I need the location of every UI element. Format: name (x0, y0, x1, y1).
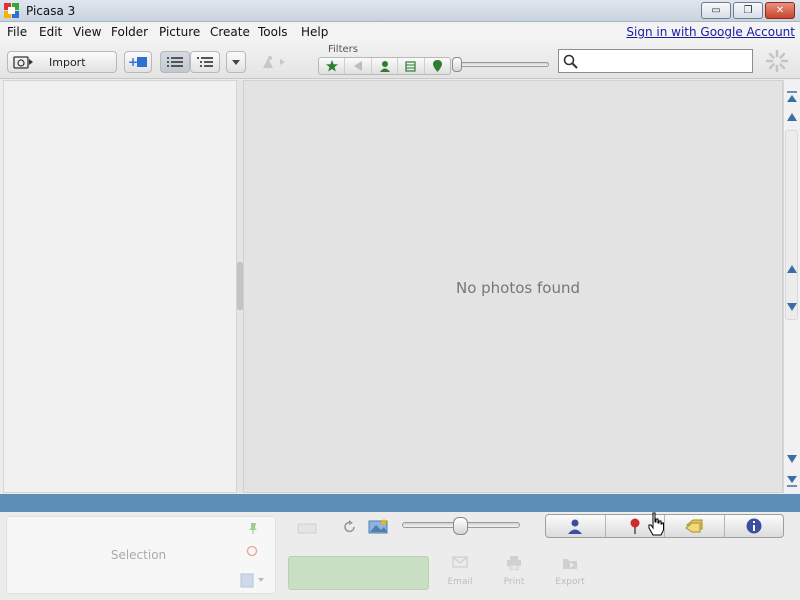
rotate-button[interactable] (340, 518, 360, 536)
search-box[interactable] (558, 49, 753, 73)
print-button[interactable] (494, 556, 534, 574)
loading-spinner-icon (766, 50, 788, 72)
email-label: Email (447, 577, 473, 587)
menu-help[interactable]: Help (301, 25, 328, 39)
picasa-logo-icon (4, 3, 19, 18)
tree-view-icon (197, 57, 213, 67)
menu-view[interactable]: View (73, 25, 101, 39)
import-label: Import (49, 55, 86, 69)
info-icon (746, 518, 762, 534)
geotag-filter-button[interactable] (425, 58, 450, 74)
menu-edit[interactable]: Edit (39, 25, 62, 39)
add-to-album-icon[interactable] (240, 572, 266, 588)
minimize-icon: ▭ (711, 5, 721, 16)
previous-icon (297, 523, 317, 534)
scroll-top-icon (786, 91, 797, 102)
add-album-button[interactable]: + (124, 51, 152, 73)
selection-label: Selection (110, 548, 167, 562)
import-button[interactable]: Import (7, 51, 117, 73)
scroll-bottom-icon (786, 476, 797, 487)
movie-icon (354, 61, 363, 71)
upload-button[interactable] (288, 556, 429, 590)
scroll-page-up-button[interactable] (785, 108, 798, 126)
list-view-icon (167, 57, 183, 67)
scroll-up-button[interactable] (785, 260, 798, 278)
filters-label: Filters (328, 44, 358, 55)
folder-list-panel[interactable] (3, 80, 237, 493)
tags-tab[interactable] (665, 515, 725, 537)
email-button[interactable] (440, 556, 480, 572)
minimize-button[interactable]: ▭ (701, 2, 731, 19)
picture-edit-icon (368, 519, 388, 534)
scroll-top-button[interactable] (785, 88, 798, 106)
upload-icon (405, 60, 417, 72)
map-pin-icon (630, 518, 640, 534)
clear-selection-icon[interactable] (246, 545, 258, 557)
people-icon (568, 519, 583, 534)
title-bar: Picasa 3 ▭ ❐ ✕ (0, 0, 800, 22)
chevron-down-icon (786, 303, 797, 311)
face-filter-button[interactable] (372, 58, 399, 74)
export-button[interactable] (550, 556, 590, 574)
menu-tools[interactable]: Tools (258, 25, 288, 39)
movie-filter-button[interactable] (345, 58, 372, 74)
face-icon (379, 61, 390, 72)
photo-tray-bar (0, 494, 800, 512)
tags-icon (685, 519, 703, 533)
print-label: Print (503, 577, 525, 587)
close-icon: ✕ (775, 5, 785, 16)
search-icon (563, 54, 578, 69)
tree-view-button[interactable] (190, 51, 220, 73)
people-tab[interactable] (546, 515, 606, 537)
chevron-up-icon (786, 113, 797, 121)
sign-in-link[interactable]: Sign in with Google Account (626, 25, 795, 39)
chevron-down-icon (232, 59, 240, 65)
email-icon (452, 556, 468, 568)
hand-cursor-icon (648, 512, 664, 536)
filter-buttons (318, 57, 451, 75)
menu-picture[interactable]: Picture (159, 25, 200, 39)
menu-bar: File Edit View Folder Picture Create Too… (0, 22, 800, 42)
hold-pin-icon[interactable] (248, 522, 258, 534)
thumbnail-size-thumb[interactable] (453, 517, 468, 535)
info-tab[interactable] (725, 515, 784, 537)
empty-library-message: No photos found (455, 279, 580, 297)
star-icon (325, 60, 338, 72)
previous-button[interactable] (293, 519, 321, 537)
geotag-icon (432, 60, 442, 72)
chevron-down-icon (786, 455, 797, 463)
edit-picture-button[interactable] (366, 516, 392, 536)
info-tabs (545, 514, 784, 538)
view-dropdown-button[interactable] (226, 51, 246, 73)
scroll-page-down-button[interactable] (785, 450, 798, 468)
scrollbar-thumb[interactable] (785, 130, 798, 320)
menu-folder[interactable]: Folder (111, 25, 148, 39)
add-album-icon: + (128, 55, 147, 69)
svg-text:+: + (128, 55, 138, 69)
upload-filter-button[interactable] (398, 58, 425, 74)
close-button[interactable]: ✕ (765, 2, 795, 19)
slideshow-icon (263, 56, 285, 68)
camera-icon (13, 56, 33, 69)
slideshow-button[interactable] (260, 54, 288, 70)
rotate-icon (344, 520, 355, 533)
menu-file[interactable]: File (7, 25, 27, 39)
chevron-up-icon (786, 265, 797, 273)
filter-slider-thumb[interactable] (452, 57, 462, 72)
window-title: Picasa 3 (26, 4, 76, 18)
star-filter-button[interactable] (319, 58, 346, 74)
export-icon (563, 559, 577, 569)
filter-slider-track[interactable] (457, 62, 549, 67)
print-icon (507, 556, 521, 571)
export-label: Export (555, 577, 585, 587)
flat-view-button[interactable] (160, 51, 190, 73)
menu-create[interactable]: Create (210, 25, 250, 39)
restore-icon: ❐ (743, 5, 753, 16)
scroll-bottom-button[interactable] (785, 472, 798, 490)
search-input[interactable] (581, 52, 749, 70)
scroll-down-button[interactable] (785, 298, 798, 316)
restore-button[interactable]: ❐ (733, 2, 763, 19)
